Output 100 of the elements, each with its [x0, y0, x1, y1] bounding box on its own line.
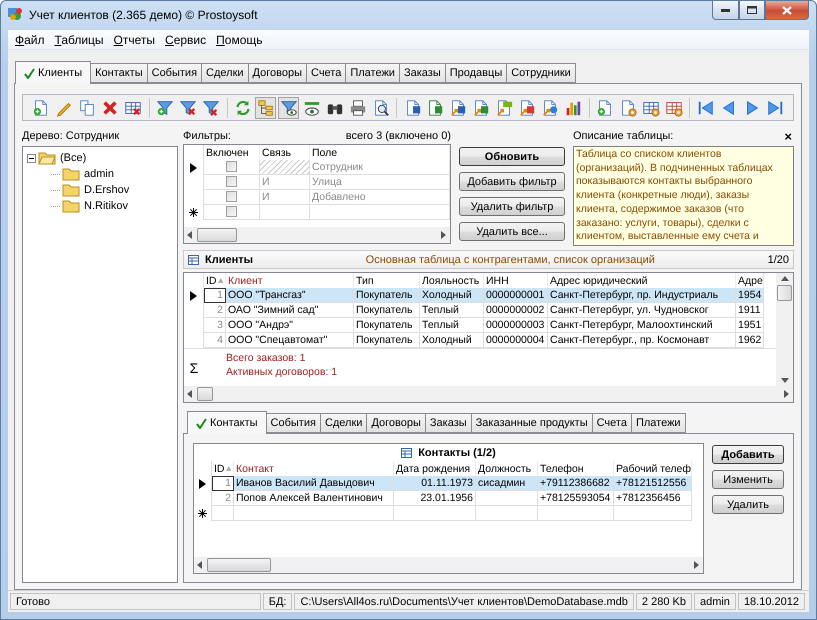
tab[interactable]: Платежи [345, 63, 400, 83]
tab[interactable]: Заказанные продукты [470, 413, 593, 433]
scroll-thumb[interactable] [197, 228, 237, 242]
first-icon [696, 98, 715, 116]
filters-summary: всего 3 (включено 0) [346, 129, 451, 144]
toolbar-button[interactable] [278, 96, 300, 118]
scroll-right-icon[interactable] [784, 390, 790, 398]
record-position: 1/20 [768, 254, 789, 266]
scroll-left-icon[interactable] [187, 390, 193, 398]
table-cell: 3 [204, 318, 226, 333]
new-row-icon [198, 509, 207, 518]
vertical-scrollbar[interactable] [776, 273, 793, 386]
contact-button[interactable]: Изменить [712, 470, 784, 489]
tab[interactable]: События [146, 63, 202, 83]
excel-document-icon [426, 98, 444, 116]
tab[interactable]: Договоры [366, 413, 426, 433]
delete-icon [101, 98, 120, 116]
minimize-button[interactable] [712, 1, 739, 20]
bar-chart-icon [564, 98, 582, 116]
scroll-thumb[interactable] [197, 387, 213, 401]
scroll-down-icon[interactable] [780, 378, 788, 383]
filter-eye-icon [280, 98, 298, 116]
contact-button[interactable]: Добавить [712, 445, 784, 464]
printer-icon [348, 98, 367, 116]
word-export-icon [449, 98, 468, 116]
filter-button[interactable]: Удалить фильтр [459, 197, 565, 216]
tab[interactable]: Контакты [90, 63, 148, 83]
status-text: 2 280 Kb [636, 593, 692, 610]
menu-item[interactable]: Сервис [160, 30, 212, 49]
table-cell: +78125593054 [538, 491, 614, 506]
tab[interactable]: Контакты [187, 411, 267, 434]
table-cell: Попов Алексей Валентинович [234, 491, 394, 506]
tab[interactable]: Заказы [424, 413, 472, 433]
tree-item[interactable]: D.Ershov [82, 184, 132, 196]
checkbox[interactable] [226, 176, 237, 187]
table-cell: Санкт-Петербург, Малоохтинский [548, 318, 736, 333]
filter-button[interactable]: Удалить все... [459, 222, 565, 241]
tab[interactable]: Сделки [201, 63, 249, 83]
close-button[interactable]: × [784, 128, 794, 144]
menu-item[interactable]: Отчеты [108, 30, 160, 49]
menu-item[interactable]: Таблицы [50, 30, 109, 49]
horizontal-scrollbar[interactable] [194, 557, 703, 573]
scroll-right-icon[interactable] [694, 561, 700, 569]
tree-icon [256, 98, 275, 116]
close-button[interactable] [765, 1, 809, 20]
status-text: 18.10.2012 [738, 593, 805, 610]
minimize-icon [721, 8, 730, 12]
table-cell: 0000000002 [484, 303, 548, 318]
filter-button[interactable]: Добавить фильтр [459, 172, 565, 191]
tab[interactable]: Счета [592, 413, 632, 433]
grid-subtitle: Основная таблица с контрагентами, список организаций [364, 254, 656, 266]
table-cell: Добавлено [310, 190, 450, 205]
window-title: Учет клиентов (2.365 демо) © Prostoysoft [29, 7, 259, 24]
tab[interactable]: События [266, 413, 321, 433]
scroll-thumb[interactable] [777, 285, 792, 301]
new-row-icon [189, 208, 198, 217]
folder-icon [62, 199, 80, 213]
table-cell: 4 [204, 333, 226, 348]
checkbox[interactable] [226, 206, 237, 217]
checkbox[interactable] [226, 191, 237, 202]
scroll-left-icon[interactable] [197, 561, 203, 569]
tab[interactable]: Договоры [248, 63, 307, 83]
tab[interactable]: Сотрудники [506, 63, 576, 83]
horizontal-scrollbar[interactable] [184, 386, 793, 402]
table-cell: ОАО "Зимний сад" [226, 303, 354, 318]
table-cell: 1954 [736, 288, 764, 303]
tab[interactable]: Заказы [398, 63, 446, 83]
excel-export-icon [472, 98, 490, 116]
menu-item[interactable]: Файл [10, 30, 50, 49]
tree-item[interactable]: N.Ritikov [82, 200, 130, 212]
checkbox[interactable] [226, 161, 237, 172]
scroll-up-icon[interactable] [780, 276, 788, 281]
contact-button[interactable]: Удалить [712, 495, 784, 514]
open-folder-icon [38, 151, 56, 165]
horizontal-scrollbar[interactable] [184, 227, 450, 243]
collapse-icon[interactable] [27, 154, 36, 162]
tab[interactable]: Счета [306, 63, 346, 83]
filter-plus-icon [156, 98, 174, 116]
status-text: Готово [10, 593, 261, 610]
table-cell: Холодный [420, 288, 484, 303]
check-icon [196, 418, 207, 428]
table-cell: 1 [212, 476, 234, 491]
tree-item[interactable]: (Все) [58, 152, 88, 164]
tab[interactable]: Платежи [630, 413, 686, 433]
tab[interactable]: Сделки [320, 413, 368, 433]
maximize-button[interactable] [739, 1, 765, 20]
table-cell: 23.01.1956 [394, 491, 476, 506]
filter-button[interactable]: Обновить [459, 147, 565, 166]
tab[interactable]: Клиенты [15, 61, 92, 84]
scroll-thumb[interactable] [207, 558, 271, 572]
table-cell: Санкт-Петербург., пр. Космонавт [548, 333, 736, 348]
scroll-right-icon[interactable] [441, 231, 447, 239]
description-title: Описание таблицы: [573, 129, 674, 144]
menu-item[interactable]: Помощь [211, 30, 268, 49]
scroll-left-icon[interactable] [187, 231, 193, 239]
status-text: БД: [262, 593, 292, 610]
table-cell: Покупатель [354, 303, 420, 318]
tree-item[interactable]: admin [82, 168, 116, 180]
current-row-icon [190, 162, 197, 172]
tab[interactable]: Продавцы [444, 63, 508, 83]
